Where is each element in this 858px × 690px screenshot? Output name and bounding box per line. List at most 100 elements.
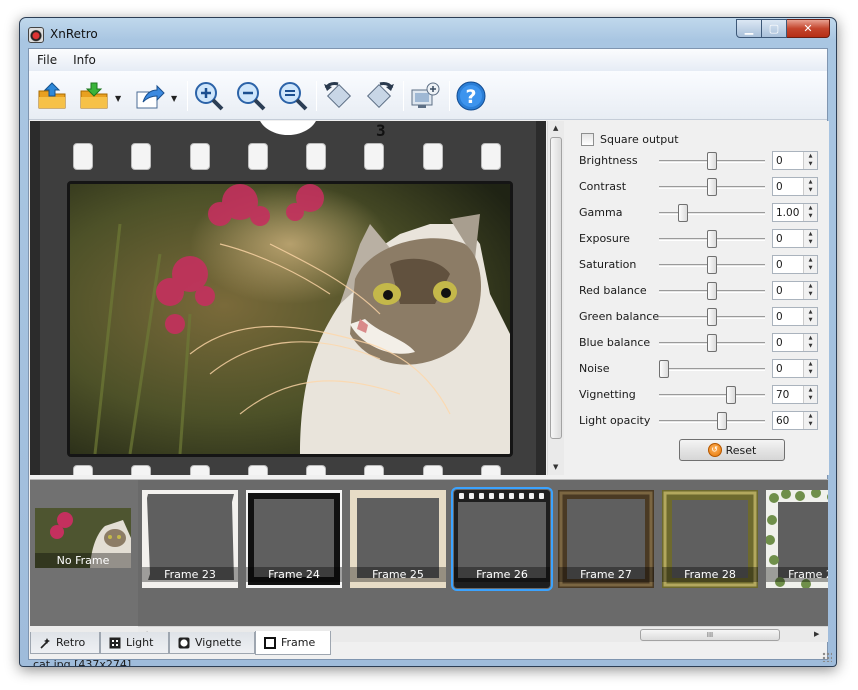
save-icon[interactable] — [77, 79, 111, 113]
frame-label-frame-29: Frame 29 — [766, 567, 828, 582]
open-folder-icon[interactable] — [35, 79, 69, 113]
slider-thumb-light-opacity[interactable] — [716, 412, 727, 430]
spin-arrows-icon[interactable]: ▲ ▼ — [803, 152, 817, 169]
spin-value-saturation: 0 — [776, 259, 783, 271]
spin-arrows-icon[interactable]: ▲ ▼ — [803, 308, 817, 325]
spin-arrows-icon[interactable]: ▲ ▼ — [803, 204, 817, 221]
tab-light[interactable]: Light — [100, 632, 169, 654]
frame-cell-none[interactable]: No Frame — [30, 480, 138, 626]
square-output-option[interactable]: Square output — [581, 133, 679, 146]
spin-box-brightness[interactable]: 0 ▲ ▼ — [772, 151, 818, 170]
slider-label-green-balance: Green balance — [579, 310, 660, 323]
spin-box-light-opacity[interactable]: 60 ▲ ▼ — [772, 411, 818, 430]
rotate-right-icon[interactable] — [363, 79, 397, 113]
frame-icon — [264, 636, 276, 649]
spin-box-green-balance[interactable]: 0 ▲ ▼ — [772, 307, 818, 326]
slider-thumb-brightness[interactable] — [707, 152, 717, 170]
zoom-out-icon[interactable] — [234, 79, 268, 113]
frame-label-frame-24: Frame 24 — [246, 567, 342, 582]
tab-frame-label: Frame — [281, 636, 316, 649]
spin-value-exposure: 0 — [776, 233, 783, 245]
spin-arrows-icon[interactable]: ▲ ▼ — [803, 230, 817, 247]
tab-retro[interactable]: Retro — [30, 632, 100, 654]
no-frame-thumbnail: No Frame — [35, 508, 131, 568]
frame-cell-frame-24[interactable]: Frame 24 — [246, 490, 342, 588]
tab-vignette[interactable]: Vignette — [169, 632, 255, 654]
frame-cell-frame-28[interactable]: Frame 28 — [662, 490, 758, 588]
frame-label-frame-23: Frame 23 — [142, 567, 238, 582]
slider-row-light-opacity: Light opacity 60 ▲ ▼ — [579, 411, 819, 431]
frame-label-frame-25: Frame 25 — [350, 567, 446, 582]
slider-thumb-vignetting[interactable] — [726, 386, 737, 404]
spin-arrows-icon[interactable]: ▲ ▼ — [803, 360, 817, 377]
client-area: File Info ▼ ▼ ? 3 ▲ ▼ Square output Brig… — [28, 48, 829, 660]
slider-thumb-contrast[interactable] — [707, 178, 717, 196]
scroll-up-arrow-icon[interactable]: ▲ — [553, 124, 558, 132]
spin-box-exposure[interactable]: 0 ▲ ▼ — [772, 229, 818, 248]
frame-cell-frame-27[interactable]: Frame 27 — [558, 490, 654, 588]
square-output-checkbox[interactable] — [581, 133, 594, 146]
spin-value-brightness: 0 — [776, 155, 783, 167]
export-dropdown-arrow-icon[interactable]: ▼ — [171, 94, 179, 104]
slider-label-noise: Noise — [579, 362, 610, 375]
spin-arrows-icon[interactable]: ▲ ▼ — [803, 256, 817, 273]
preview-vertical-scrollbar[interactable]: ▲ ▼ — [547, 121, 564, 475]
spin-value-blue-balance: 0 — [776, 337, 783, 349]
slider-label-red-balance: Red balance — [579, 284, 647, 297]
cat-photo — [67, 181, 513, 457]
menu-info[interactable]: Info — [65, 49, 104, 71]
zoom-fit-icon[interactable] — [276, 79, 310, 113]
slider-thumb-red-balance[interactable] — [707, 282, 717, 300]
close-button[interactable]: ✕ — [787, 19, 830, 38]
slider-thumb-blue-balance[interactable] — [707, 334, 717, 352]
image-preview[interactable]: 3 — [30, 121, 546, 475]
export-icon[interactable] — [132, 79, 166, 113]
slider-track-gamma[interactable] — [659, 212, 765, 215]
slider-track-light-opacity[interactable] — [659, 420, 765, 423]
slider-track-noise[interactable] — [659, 368, 765, 371]
spin-arrows-icon[interactable]: ▲ ▼ — [803, 178, 817, 195]
light-icon — [109, 637, 121, 649]
slider-thumb-gamma[interactable] — [678, 204, 689, 222]
slider-track-vignetting[interactable] — [659, 394, 765, 397]
frame-gallery: No Frame Frame 23 Frame 24 Frame 25 Frame 2… — [30, 479, 828, 642]
slider-thumb-exposure[interactable] — [707, 230, 717, 248]
tab-frame[interactable]: Frame — [255, 631, 331, 655]
slider-thumb-green-balance[interactable] — [707, 308, 717, 326]
slider-thumb-saturation[interactable] — [707, 256, 717, 274]
spin-arrows-icon[interactable]: ▲ ▼ — [803, 386, 817, 403]
frame-cell-frame-23[interactable]: Frame 23 — [142, 490, 238, 588]
square-output-label: Square output — [600, 133, 679, 146]
resize-grip-icon[interactable] — [822, 652, 832, 662]
spin-arrows-icon[interactable]: ▲ ▼ — [803, 412, 817, 429]
save-dropdown-arrow-icon[interactable]: ▼ — [115, 94, 123, 104]
rotate-left-icon[interactable] — [321, 79, 355, 113]
slider-row-green-balance: Green balance 0 ▲ ▼ — [579, 307, 819, 327]
reset-button[interactable]: ↺ Reset — [679, 439, 785, 461]
frame-cell-frame-29[interactable]: Frame 29 — [766, 490, 828, 588]
spin-box-red-balance[interactable]: 0 ▲ ▼ — [772, 281, 818, 300]
spin-box-blue-balance[interactable]: 0 ▲ ▼ — [772, 333, 818, 352]
zoom-in-icon[interactable] — [192, 79, 226, 113]
spin-value-light-opacity: 60 — [776, 415, 790, 427]
spin-box-vignetting[interactable]: 70 ▲ ▼ — [772, 385, 818, 404]
no-frame-label: No Frame — [35, 553, 131, 568]
frame-cell-frame-25[interactable]: Frame 25 — [350, 490, 446, 588]
spin-box-gamma[interactable]: 1.00 ▲ ▼ — [772, 203, 818, 222]
menu-file[interactable]: File — [29, 49, 65, 71]
spin-box-contrast[interactable]: 0 ▲ ▼ — [772, 177, 818, 196]
frame-cell-frame-26[interactable]: Frame 26 — [451, 487, 553, 591]
spin-box-noise[interactable]: 0 ▲ ▼ — [772, 359, 818, 378]
maximize-button[interactable]: ▢ — [762, 19, 787, 38]
spin-value-noise: 0 — [776, 363, 783, 375]
scroll-down-arrow-icon[interactable]: ▼ — [553, 463, 558, 471]
help-icon[interactable]: ? — [454, 79, 488, 113]
tab-bar: Retro Light Vignette Frame — [30, 631, 828, 656]
spin-arrows-icon[interactable]: ▲ ▼ — [803, 334, 817, 351]
wallpaper-icon[interactable] — [408, 79, 442, 113]
scroll-thumb[interactable] — [550, 137, 562, 439]
spin-box-saturation[interactable]: 0 ▲ ▼ — [772, 255, 818, 274]
spin-arrows-icon[interactable]: ▲ ▼ — [803, 282, 817, 299]
slider-thumb-noise[interactable] — [659, 360, 669, 378]
minimize-button[interactable]: ▁ — [736, 19, 762, 38]
